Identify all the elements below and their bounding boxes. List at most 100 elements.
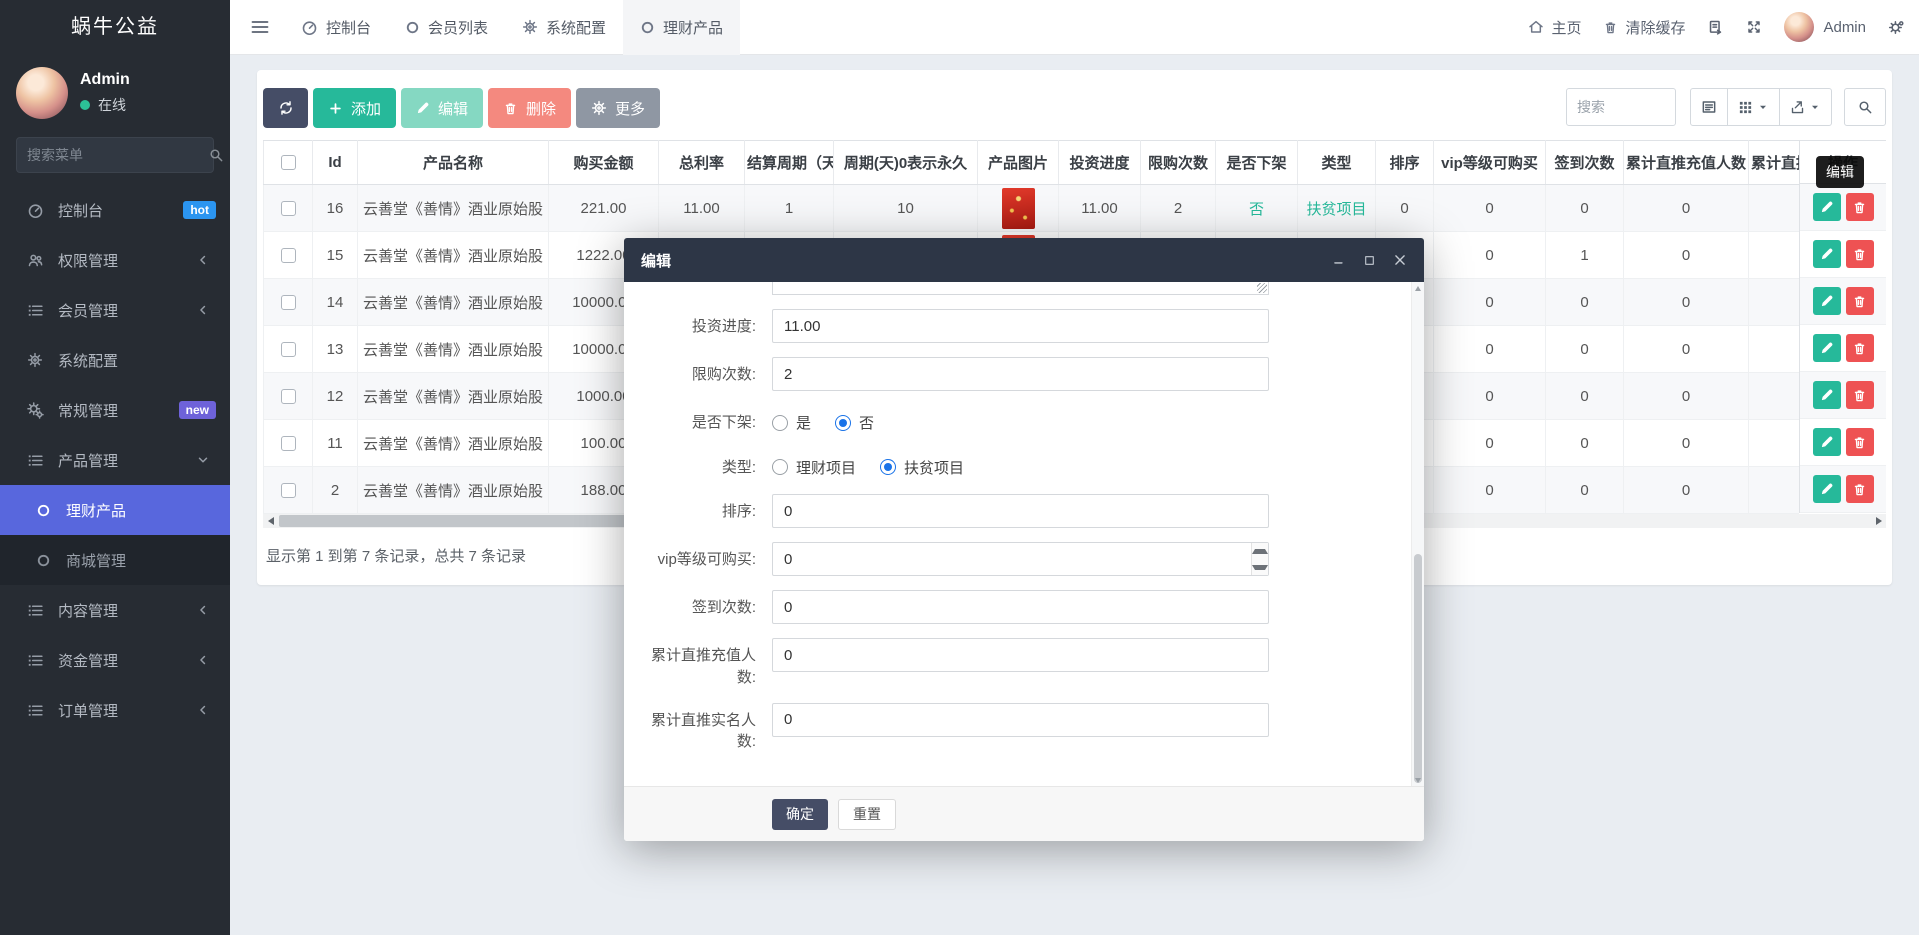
row-checkbox[interactable] [280,200,296,216]
modal-scrollbar-thumb[interactable] [1414,554,1422,783]
detail-view-icon [1701,99,1717,115]
row-edit-button[interactable] [1812,240,1841,268]
row-edit-button[interactable] [1812,381,1841,409]
table-cell: 0 [1545,184,1624,232]
sidebar-item-系统配置[interactable]: 系统配置 [0,335,230,385]
form-row: 投资进度: [644,309,1424,343]
delete-button[interactable]: 删除 [488,88,572,128]
sidebar-item-会员管理[interactable]: 会员管理 [0,285,230,335]
row-checkbox[interactable] [280,482,296,498]
circle-icon [640,20,655,35]
table-cell: 0 [1623,372,1749,420]
form-row: 是否下架: 是否 [644,405,1424,436]
row-edit-button[interactable] [1812,475,1841,503]
export-button[interactable] [1779,88,1832,126]
field-input-vip等级可购买[interactable] [772,542,1269,576]
table-cell: 0 [1623,419,1749,467]
row-edit-button[interactable] [1812,287,1841,315]
table-search-input[interactable] [1566,88,1676,126]
tab-理财产品[interactable]: 理财产品 [623,0,741,55]
topbar-tabs: 控制台 会员列表 系统配置 理财产品 [284,0,741,55]
tab-会员列表[interactable]: 会员列表 [388,0,505,55]
columns-button[interactable] [1727,88,1780,126]
sidebar-item-订单管理[interactable]: 订单管理 [0,685,230,735]
row-delete-button[interactable] [1845,287,1874,315]
detail-view-button[interactable] [1690,88,1728,126]
menu-toggle-icon[interactable] [250,17,270,37]
reset-button[interactable]: 重置 [838,798,896,830]
ops-row [1800,466,1886,513]
ops-row [1800,184,1886,231]
row-delete-button[interactable] [1845,428,1874,456]
fullscreen-icon[interactable] [1746,19,1762,35]
minimize-icon[interactable] [1332,253,1346,267]
sidebar-item-控制台[interactable]: 控制台 hot [0,185,230,235]
radio-option-扶贫项目[interactable]: 扶贫项目 [880,450,964,478]
field-input-投资进度[interactable] [772,309,1269,343]
sidebar-item-产品管理[interactable]: 产品管理 [0,435,230,485]
list-icon [22,602,48,619]
user-menu[interactable]: Admin [1784,12,1866,42]
row-edit-button[interactable] [1812,428,1841,456]
field-input-累计直推充值人数[interactable] [772,638,1269,672]
column-header: 类型 [1297,140,1376,185]
textarea-partial[interactable] [772,282,1269,295]
sidebar-item-常规管理[interactable]: 常规管理 new [0,385,230,435]
clear-cache-link[interactable]: 清除缓存 [1603,17,1685,38]
confirm-button[interactable]: 确定 [772,798,828,830]
row-checkbox[interactable] [280,294,296,310]
row-edit-button[interactable] [1812,193,1841,221]
row-delete-button[interactable] [1845,475,1874,503]
maximize-icon[interactable] [1363,253,1376,267]
field-input-累计直推实名人数[interactable] [772,702,1269,737]
home-link[interactable]: 主页 [1528,17,1581,38]
close-icon[interactable] [1393,253,1407,267]
field-input-排序[interactable] [772,494,1269,528]
settings-gears-icon[interactable] [1888,19,1905,36]
row-delete-button[interactable] [1845,193,1874,221]
row-delete-button[interactable] [1845,381,1874,409]
number-stepper[interactable] [1251,543,1268,575]
field-input-签到次数[interactable] [772,590,1269,624]
field-input-限购次数[interactable] [772,357,1269,391]
sidebar-search-input[interactable] [27,147,208,163]
tab-控制台[interactable]: 控制台 [284,0,388,55]
sidebar-item-资金管理[interactable]: 资金管理 [0,635,230,685]
avatar-small [1784,12,1815,42]
sidebar-item-内容管理[interactable]: 内容管理 [0,585,230,635]
row-delete-button[interactable] [1845,240,1874,268]
tab-label: 会员列表 [428,19,489,37]
refresh-page-icon[interactable] [1707,19,1724,36]
scroll-left-arrow[interactable] [263,514,278,528]
row-select-cell [263,466,313,514]
ops-row [1800,325,1886,372]
table-cell [1748,466,1799,514]
sidebar-item-理财产品[interactable]: 理财产品 [0,485,230,535]
scroll-right-arrow[interactable] [1871,514,1886,528]
table-cell: 0 [1433,231,1546,279]
row-checkbox[interactable] [280,341,296,357]
form-row: vip等级可购买: [644,542,1424,576]
row-checkbox[interactable] [280,388,296,404]
row-delete-button[interactable] [1845,334,1874,362]
search-icon [1857,99,1873,115]
search-button[interactable] [1844,88,1886,126]
sidebar-item-label: 产品管理 [58,452,119,470]
product-image-cell [977,184,1059,232]
row-checkbox[interactable] [280,435,296,451]
row-checkbox[interactable] [280,247,296,263]
radio-option-是[interactable]: 是 [772,405,811,433]
edit-button[interactable]: 编辑 [401,88,484,128]
row-edit-button[interactable] [1812,334,1841,362]
more-button[interactable]: 更多 [576,88,661,128]
radio-option-否[interactable]: 否 [835,405,874,433]
sidebar-item-权限管理[interactable]: 权限管理 [0,235,230,285]
add-button[interactable]: 添加 [313,88,397,128]
trash-icon [503,101,518,116]
refresh-button[interactable] [263,88,308,128]
radio-label: 理财项目 [796,459,857,477]
tab-系统配置[interactable]: 系统配置 [505,0,623,55]
sidebar-item-商城管理[interactable]: 商城管理 [0,535,230,585]
radio-option-理财项目[interactable]: 理财项目 [772,450,856,478]
select-all-checkbox[interactable] [280,155,296,170]
